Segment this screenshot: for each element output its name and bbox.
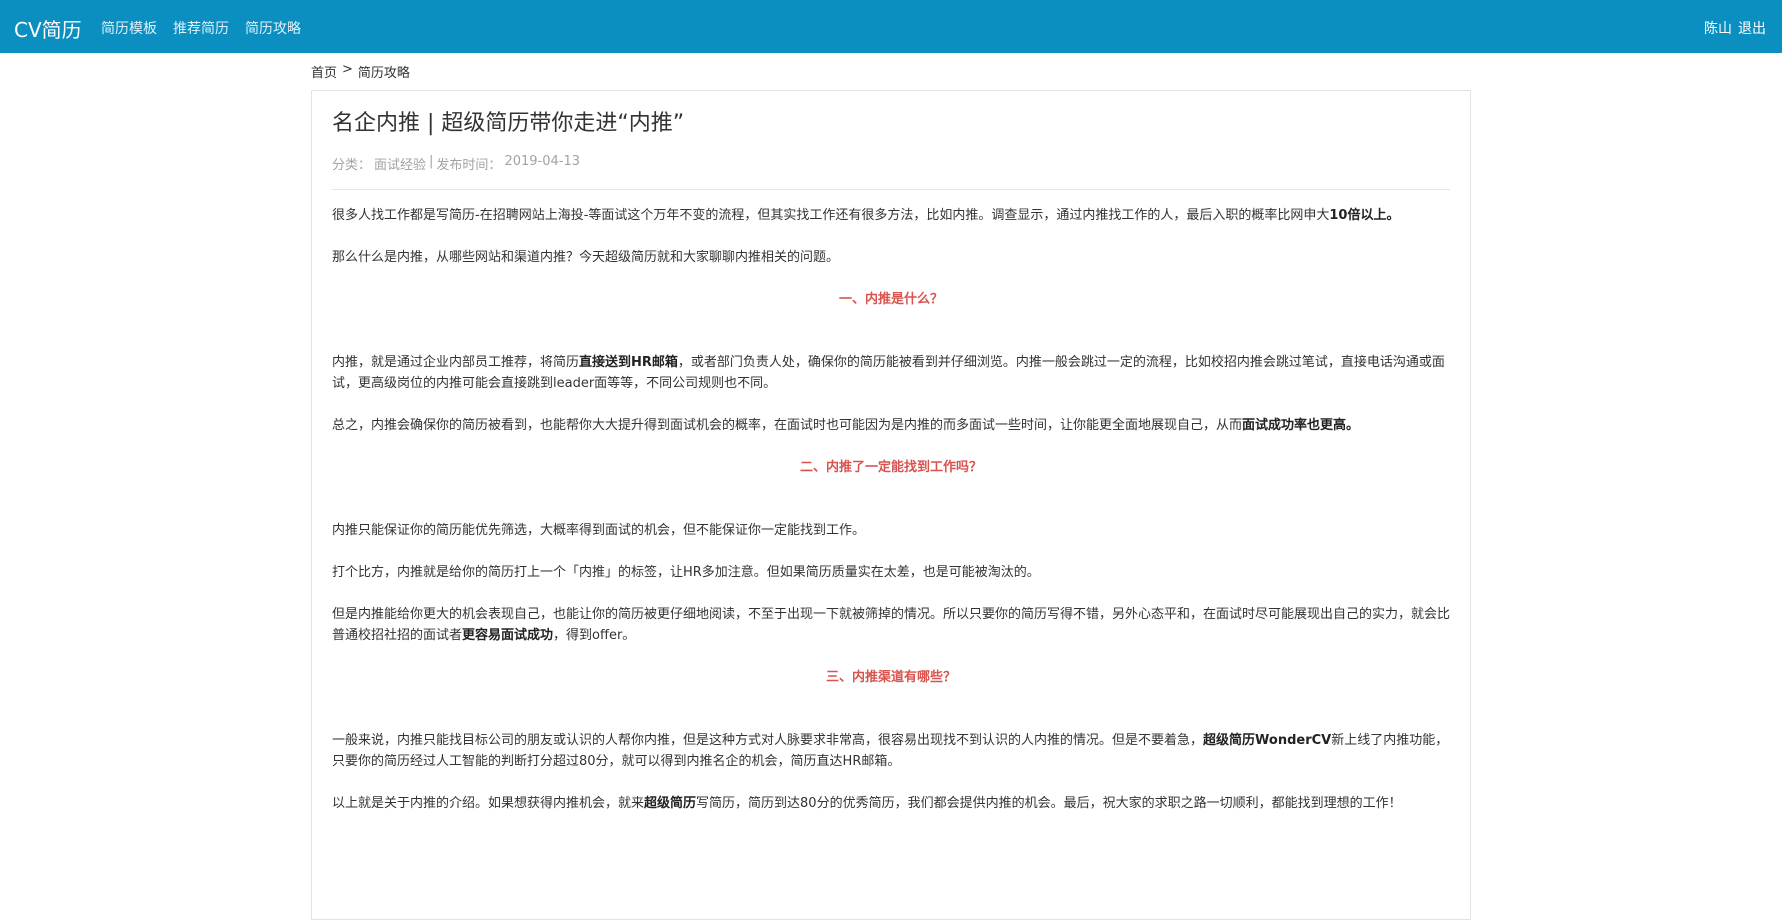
article-title: 名企内推 | 超级简历带你走进“内推”: [332, 111, 685, 136]
paragraph-text: 一般来说，内推只能找目标公司的朋友或认识的人帮你内推，但是这种方式对人脉要求非常…: [332, 733, 1204, 748]
user-area: 陈山 退出: [1704, 18, 1766, 38]
meta-date: 2019-04-13: [504, 154, 580, 169]
section-heading-1: 一、内推是什么？: [838, 292, 943, 307]
paragraph-analogy: 打个比方，内推就是给你的简历打上一个「内推」的标签，让HR多加注意。但如果简历质…: [332, 565, 1040, 580]
paragraph-text: 内推，就是通过企业内部员工推荐，将简历: [332, 355, 580, 370]
paragraph-summary: 总之，内推会确保你的简历被看到，也能帮你大大提升得到面试机会的概率，在面试时也可…: [332, 415, 1450, 436]
paragraph-channels: 一般来说，内推只能找目标公司的朋友或认识的人帮你内推，但是这种方式对人脉要求非常…: [332, 730, 1450, 772]
section-heading-3: 三、内推渠道有哪些？: [825, 670, 956, 685]
breadcrumb-current[interactable]: 简历攻略: [358, 62, 410, 81]
nav-link-guides[interactable]: 简历攻略: [245, 18, 301, 38]
meta-date-label: 发布时间：: [436, 158, 502, 173]
paragraph-text: ，得到offer。: [553, 628, 636, 643]
user-name-link[interactable]: 陈山: [1704, 18, 1732, 38]
breadcrumb-separator: >: [342, 62, 353, 77]
paragraph-emphasis: 10倍以上。: [1329, 208, 1400, 223]
paragraph-guarantee: 内推只能保证你的简历能优先筛选，大概率得到面试的机会，但不能保证你一定能找到工作…: [332, 523, 866, 538]
logout-link[interactable]: 退出: [1738, 18, 1766, 38]
paragraph-emphasis: 直接送到HR邮箱: [579, 355, 678, 370]
breadcrumb: 首页 > 简历攻略: [311, 62, 410, 81]
meta-category: 面试经验: [374, 158, 427, 173]
paragraph-question: 那么什么是内推，从哪些网站和渠道内推？今天超级简历就和大家聊聊内推相关的问题。: [332, 250, 840, 265]
brand-logo[interactable]: CV简历: [14, 14, 82, 43]
top-navbar: CV简历 简历模板 推荐简历 简历攻略 陈山 退出: [0, 0, 1782, 53]
article-content: 名企内推 | 超级简历带你走进“内推” 分类： 面试经验 | 发布时间： 201…: [332, 109, 1450, 835]
nav-link-recommended[interactable]: 推荐简历: [173, 18, 229, 38]
article-meta: 分类： 面试经验 | 发布时间： 2019-04-13: [332, 154, 1450, 173]
main-nav: 简历模板 推荐简历 简历攻略: [101, 18, 301, 38]
article-body: 很多人找工作都是写简历-在招聘网站上海投-等面试这个万年不变的流程，但其实找工作…: [332, 205, 1450, 814]
breadcrumb-home[interactable]: 首页: [311, 62, 337, 81]
nav-link-templates[interactable]: 简历模板: [101, 18, 157, 38]
article-panel: 名企内推 | 超级简历带你走进“内推” 分类： 面试经验 | 发布时间： 201…: [311, 90, 1471, 920]
paragraph-intro: 很多人找工作都是写简历-在招聘网站上海投-等面试这个万年不变的流程，但其实找工作…: [332, 205, 1450, 226]
paragraph-emphasis: 更容易面试成功: [462, 628, 554, 643]
paragraph-text: 以上就是关于内推的介绍。如果想获得内推机会，就来: [332, 796, 645, 811]
title-divider: [332, 189, 1450, 190]
meta-category-label: 分类：: [332, 158, 372, 173]
section-heading-2: 二、内推了一定能找到工作吗？: [799, 460, 982, 475]
paragraph-advantage: 但是内推能给你更大的机会表现自己，也能让你的简历被更仔细地阅读，不至于出现一下就…: [332, 604, 1450, 646]
paragraph-text: 很多人找工作都是写简历-在招聘网站上海投-等面试这个万年不变的流程，但其实找工作…: [332, 208, 1330, 223]
paragraph-text: 总之，内推会确保你的简历被看到，也能帮你大大提升得到面试机会的概率，在面试时也可…: [332, 418, 1243, 433]
paragraph-text: 写简历，简历到达80分的优秀简历，我们都会提供内推的机会。最后，祝大家的求职之路…: [696, 796, 1402, 811]
paragraph-definition: 内推，就是通过企业内部员工推荐，将简历直接送到HR邮箱，或者部门负责人处，确保你…: [332, 352, 1450, 394]
paragraph-emphasis: 超级简历: [644, 796, 697, 811]
meta-separator: |: [429, 154, 434, 169]
paragraph-emphasis: 面试成功率也更高。: [1242, 418, 1360, 433]
paragraph-emphasis: 超级简历WonderCV: [1203, 733, 1332, 748]
paragraph-conclusion: 以上就是关于内推的介绍。如果想获得内推机会，就来超级简历写简历，简历到达80分的…: [332, 793, 1450, 814]
